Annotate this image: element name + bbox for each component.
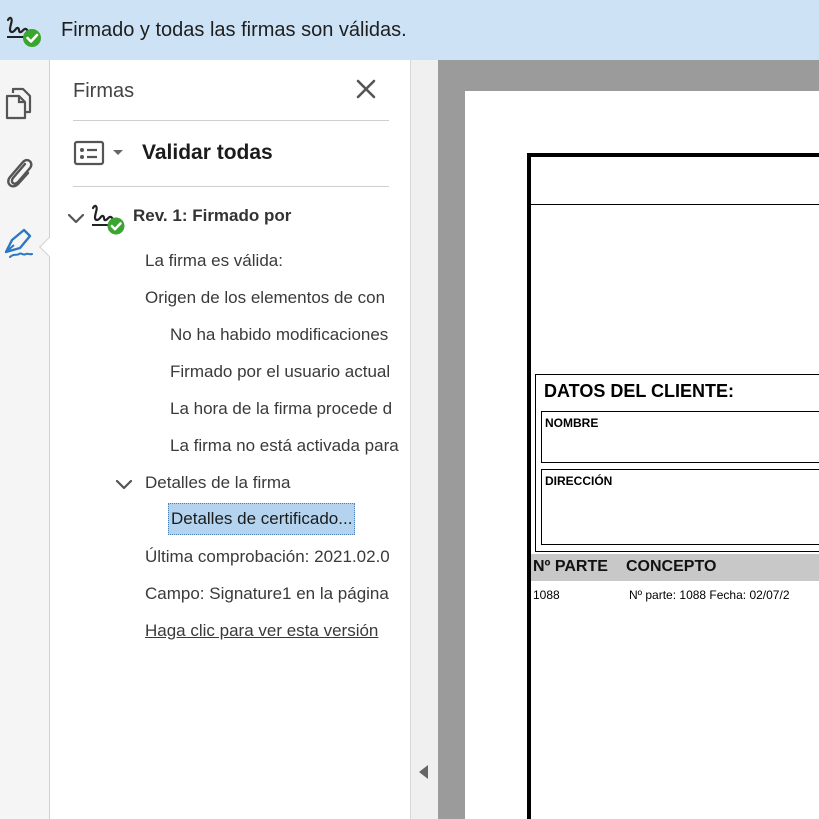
form-frame: DATOS DEL CLIENTE: NOMBRE DIRECCIÓN Nº P… — [527, 153, 819, 819]
attachment-icon[interactable] — [0, 153, 38, 191]
certificate-details-button[interactable]: Detalles de certificado... — [168, 503, 356, 535]
tree-item-valid[interactable]: La firma es válida: — [145, 251, 400, 271]
validate-all-button[interactable]: Validar todas — [142, 141, 273, 165]
left-tool-rail — [0, 60, 59, 819]
panel-title: Firmas — [73, 80, 135, 102]
tree-item-signature-details[interactable]: Detalles de la firma — [145, 473, 400, 493]
parts-col-concept: CONCEPTO — [626, 558, 717, 575]
form-divider — [531, 204, 819, 205]
redacted-signer-name — [297, 202, 397, 230]
parts-row-number: 1088 — [533, 588, 560, 602]
signed-valid-icon — [91, 204, 125, 235]
close-icon[interactable] — [353, 76, 379, 102]
tree-item-last-check[interactable]: Última comprobación: 2021.02.0 — [145, 547, 400, 567]
parts-table-header: Nº PARTE CONCEPTO — [531, 554, 819, 581]
banner-message: Firmado y todas las firmas son válidas. — [61, 19, 407, 41]
address-field-box: DIRECCIÓN — [541, 469, 819, 545]
client-data-title: DATOS DEL CLIENTE: — [544, 381, 735, 401]
tree-item-origin[interactable]: Origen de los elementos de con — [145, 288, 400, 308]
list-options-icon — [73, 140, 105, 166]
pdf-page: DATOS DEL CLIENTE: NOMBRE DIRECCIÓN Nº P… — [465, 91, 819, 819]
divider — [73, 186, 389, 187]
client-data-section: DATOS DEL CLIENTE: NOMBRE DIRECCIÓN — [535, 374, 819, 552]
tree-item-signed-by-user[interactable]: Firmado por el usuario actual — [170, 362, 400, 382]
parts-col-number: Nº PARTE — [533, 558, 608, 575]
collapse-panel-arrow-icon[interactable] — [419, 765, 428, 779]
parts-row-concept: Nº parte: 1088 Fecha: 02/07/2 — [629, 588, 790, 602]
tree-item-signature-not-enabled[interactable]: La firma no está activada para — [170, 436, 400, 456]
signature-status-banner: Firmado y todas las firmas son válidas. — [0, 0, 819, 60]
revision-label: Rev. 1: Firmado por — [133, 206, 292, 225]
options-menu-button[interactable] — [73, 138, 125, 168]
tree-item-no-modifications[interactable]: No ha habido modificaciones — [170, 325, 400, 345]
name-field-box: NOMBRE — [541, 411, 819, 463]
divider — [73, 120, 389, 121]
tree-item-field[interactable]: Campo: Signature1 en la página — [145, 584, 400, 604]
document-viewport[interactable]: DATOS DEL CLIENTE: NOMBRE DIRECCIÓN Nº P… — [438, 60, 819, 819]
signed-valid-icon — [6, 16, 41, 47]
pages-icon[interactable] — [0, 84, 38, 122]
signatures-panel: Firmas Validar todas Rev. 1: Firmado por… — [50, 60, 410, 819]
signature-pen-icon[interactable] — [0, 224, 38, 262]
chevron-expanded-icon[interactable] — [113, 474, 135, 496]
revision-node[interactable]: Rev. 1: Firmado por — [65, 198, 400, 236]
panel-splitter[interactable] — [410, 60, 438, 819]
tree-item-signature-time[interactable]: La hora de la firma procede d — [170, 399, 400, 419]
address-label: DIRECCIÓN — [545, 474, 613, 488]
chevron-expanded-icon[interactable] — [65, 208, 87, 230]
name-label: NOMBRE — [545, 416, 599, 430]
view-version-link[interactable]: Haga clic para ver esta versión — [145, 621, 400, 641]
chevron-down-icon — [113, 150, 123, 155]
